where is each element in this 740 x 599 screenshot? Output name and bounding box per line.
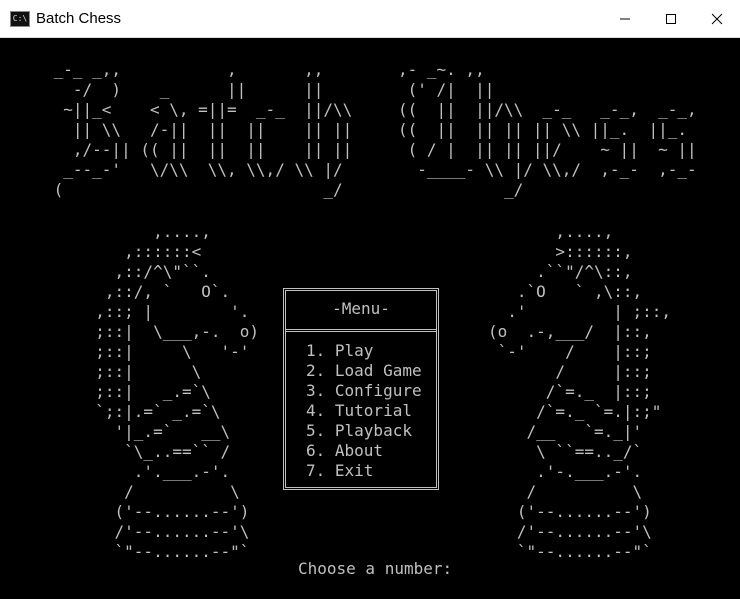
close-icon [711, 13, 723, 25]
maximize-icon [666, 14, 676, 24]
menu-item-load-game[interactable]: 2. Load Game [306, 361, 422, 381]
minimize-button[interactable] [602, 0, 648, 38]
menu-item-configure[interactable]: 3. Configure [306, 381, 422, 401]
title-art-batch: _-_ _,, , ,, -/ ) _ || || ~||_< < \, =||… [53, 60, 353, 199]
console-icon[interactable]: C:\ [10, 11, 30, 27]
menu-divider [286, 329, 436, 332]
maximize-button[interactable] [648, 0, 694, 38]
input-prompt[interactable]: Choose a number: [298, 559, 452, 579]
menu-header: -Menu- [332, 299, 390, 318]
menu-list: 1. Play 2. Load Game 3. Configure 4. Tut… [306, 341, 422, 481]
menu-item-about[interactable]: 6. About [306, 441, 422, 461]
knight-art-right: ,...., >::::::, .``"/^\::, .`O ` ,\::, .… [488, 222, 672, 561]
close-button[interactable] [694, 0, 740, 38]
menu-item-playback[interactable]: 5. Playback [306, 421, 422, 441]
minimize-icon [620, 18, 630, 20]
title-bar[interactable]: C:\ Batch Chess [0, 0, 740, 38]
menu-item-play[interactable]: 1. Play [306, 341, 422, 361]
title-art-chess: ,- _~. ,, (' /| || (( || ||/\\ _-_ _-_, … [398, 60, 697, 199]
menu-item-exit[interactable]: 7. Exit [306, 461, 422, 481]
window-title: Batch Chess [36, 10, 122, 27]
menu-item-tutorial[interactable]: 4. Tutorial [306, 401, 422, 421]
menu-box: -Menu- 1. Play 2. Load Game 3. Configure… [283, 288, 439, 490]
knight-art-left: ,...., ,::::::< ,::/^\"``. ,::/, ` O`. ,… [95, 222, 260, 561]
